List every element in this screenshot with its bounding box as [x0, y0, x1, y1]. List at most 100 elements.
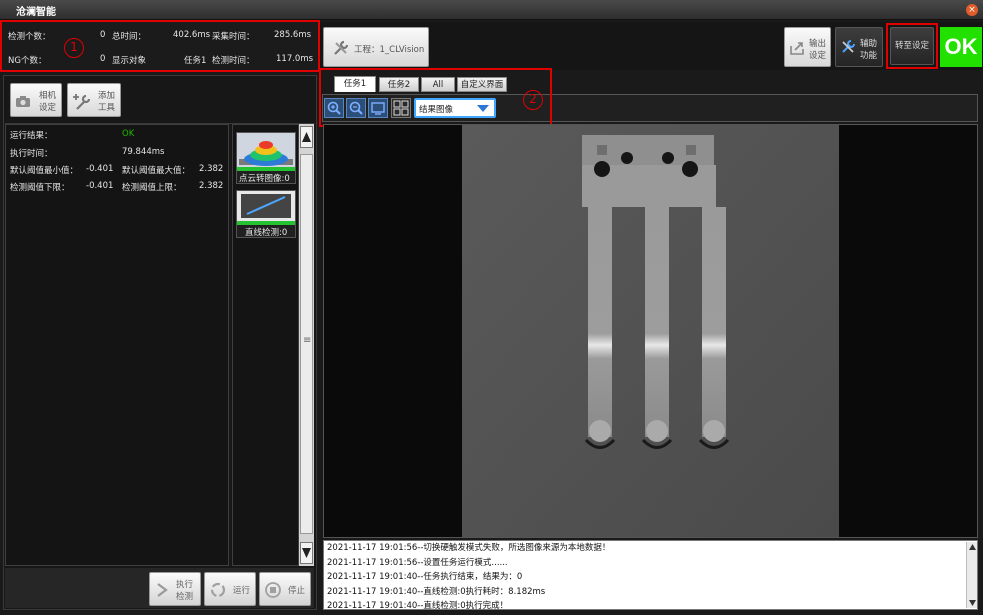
stop-label: 停止 — [288, 586, 306, 596]
exec-time-label: 执行时间： — [10, 149, 53, 159]
execute-detect-button[interactable]: 执行 检测 — [149, 572, 201, 606]
aux-line2: 功能 — [860, 51, 878, 61]
default-min-value: -0.401 — [86, 164, 114, 174]
lower-limit-value: -0.401 — [86, 181, 114, 191]
run-result-value: OK — [122, 129, 135, 139]
tools-icon — [842, 40, 855, 53]
wrench-icon — [334, 40, 349, 55]
log-scrollbar[interactable] — [966, 542, 977, 608]
scroll-up-icon[interactable] — [967, 542, 978, 552]
log-line: 2021-11-17 19:01:40--直线检测:0执行完成！ — [327, 601, 509, 611]
scroll-down-icon[interactable] — [300, 542, 313, 564]
tool-item-line-detect[interactable]: 直线检测:0 — [236, 190, 296, 238]
output-settings-button[interactable]: 输出 设定 — [784, 27, 831, 67]
detect-time-label: 检测时间： — [212, 56, 255, 66]
run-result-label: 运行结果： — [10, 131, 53, 141]
log-panel: 2021-11-17 19:01:56--切换硬触发模式失败，所选图像来源为本地… — [323, 540, 978, 611]
run-button[interactable]: 运行 — [204, 572, 256, 606]
image-viewer[interactable] — [323, 124, 978, 538]
scroll-up-icon[interactable] — [300, 126, 313, 148]
export-icon — [790, 42, 804, 55]
zoom-out-icon — [349, 101, 363, 115]
display-object-label: 显示对象 — [112, 56, 147, 66]
tool-label: 直线检测:0 — [245, 228, 288, 238]
zoom-in-icon — [327, 101, 341, 115]
add-tool-line2: 工具 — [98, 103, 116, 113]
annotation-marker-1: 1 — [64, 38, 84, 58]
layout-grid-button[interactable] — [391, 98, 411, 118]
point-cloud-icon — [237, 133, 295, 171]
log-line: 2021-11-17 19:01:40--直线检测:0执行耗时：8.182ms — [327, 586, 546, 597]
total-time-value: 402.6ms — [173, 30, 211, 40]
detect-time-value: 117.0ms — [276, 54, 314, 64]
zoom-out-button[interactable] — [346, 98, 366, 118]
log-line: 2021-11-17 19:01:56--设置任务运行模式...... — [327, 557, 508, 568]
camera-line2: 设定 — [39, 103, 57, 113]
default-max-label: 默认阈值最大值： — [122, 166, 191, 176]
scroll-down-icon[interactable] — [967, 598, 978, 608]
zoom-in-button[interactable] — [324, 98, 344, 118]
task-label: 任务1 — [184, 56, 207, 66]
stats-panel: 检测个数： 0 总时间： 402.6ms 采集时间： 285.6ms NG个数：… — [0, 20, 320, 72]
add-tool-icon — [73, 94, 91, 110]
chevron-right-icon — [157, 583, 168, 597]
fit-screen-icon — [371, 102, 385, 115]
stop-icon — [265, 582, 281, 598]
aux-function-button[interactable]: 辅助 功能 — [835, 27, 883, 67]
camera-settings-button[interactable]: 相机 设定 — [10, 83, 62, 117]
log-line: 2021-11-17 19:01:40--任务执行结束，结果为：0 — [327, 572, 523, 582]
ok-status-badge: OK — [940, 27, 982, 67]
add-tool-button[interactable]: 添加 工具 — [67, 83, 121, 117]
window-title: 沧澜智能 — [16, 7, 56, 18]
tab-custom[interactable]: 自定义界面 — [457, 77, 507, 92]
tool-label: 点云转图像:0 — [239, 174, 290, 184]
capture-time-label: 采集时间： — [212, 32, 255, 42]
chevron-down-icon — [477, 105, 489, 112]
result-image — [324, 125, 977, 537]
camera-line1: 相机 — [39, 91, 57, 101]
ng-count-label: NG个数： — [8, 56, 47, 66]
capture-time-value: 285.6ms — [274, 30, 312, 40]
project-button[interactable]: 工程：1_CLVision — [323, 27, 429, 67]
view-select-value: 结果图像 — [419, 105, 454, 115]
lower-limit-label: 检测阈值下限： — [10, 183, 70, 193]
upper-limit-label: 检测阈值上限： — [122, 183, 182, 193]
title-bar: 沧澜智能 × — [0, 0, 983, 20]
run-controls: 执行 检测 运行 停止 — [5, 568, 314, 608]
annotation-marker-2: 2 — [523, 90, 543, 110]
camera-icon — [16, 96, 30, 107]
output-settings-line1: 输出 — [809, 39, 827, 49]
tab-all[interactable]: All — [421, 77, 455, 92]
tool-item-point-cloud[interactable]: 点云转图像:0 — [236, 132, 296, 184]
exec-line1: 执行 — [176, 580, 194, 590]
fit-view-button[interactable] — [368, 98, 388, 118]
log-line: 2021-11-17 19:01:56--切换硬触发模式失败，所选图像来源为本地… — [327, 543, 611, 553]
add-tool-line1: 添加 — [98, 91, 116, 101]
results-panel: 运行结果： OK 执行时间： 79.844ms 默认阈值最小值： -0.401 … — [5, 124, 229, 566]
default-max-value: 2.382 — [199, 164, 224, 174]
top-toolbar: 工程：1_CLVision 输出 设定 辅助 功能 转至设定 OK — [320, 22, 983, 70]
project-label: 工程：1_CLVision — [354, 45, 425, 55]
close-icon[interactable]: × — [966, 4, 978, 16]
view-select-dropdown[interactable]: 结果图像 — [414, 98, 496, 118]
exec-line2: 检测 — [176, 592, 194, 602]
detect-count-value: 0 — [100, 30, 106, 40]
tab-task1[interactable]: 任务1 — [334, 76, 376, 92]
ng-count-value: 0 — [100, 54, 106, 64]
output-settings-line2: 设定 — [809, 51, 827, 61]
tab-task2[interactable]: 任务2 — [379, 77, 419, 92]
tool-list: 点云转图像:0 直线检测:0 — [232, 124, 299, 566]
tool-list-scrollbar[interactable]: ≡ — [299, 124, 314, 566]
default-min-label: 默认阈值最小值： — [10, 166, 79, 176]
upper-limit-value: 2.382 — [199, 181, 224, 191]
goto-settings-button[interactable]: 转至设定 — [890, 27, 934, 65]
line-detect-icon — [237, 191, 295, 225]
exec-time-value: 79.844ms — [122, 147, 165, 157]
stop-button[interactable]: 停止 — [259, 572, 311, 606]
aux-line1: 辅助 — [860, 39, 878, 49]
refresh-icon — [210, 582, 226, 598]
total-time-label: 总时间： — [112, 32, 147, 42]
grid-icon — [393, 100, 409, 116]
scroll-grip-icon: ≡ — [303, 335, 312, 346]
scroll-thumb[interactable]: ≡ — [300, 154, 313, 534]
